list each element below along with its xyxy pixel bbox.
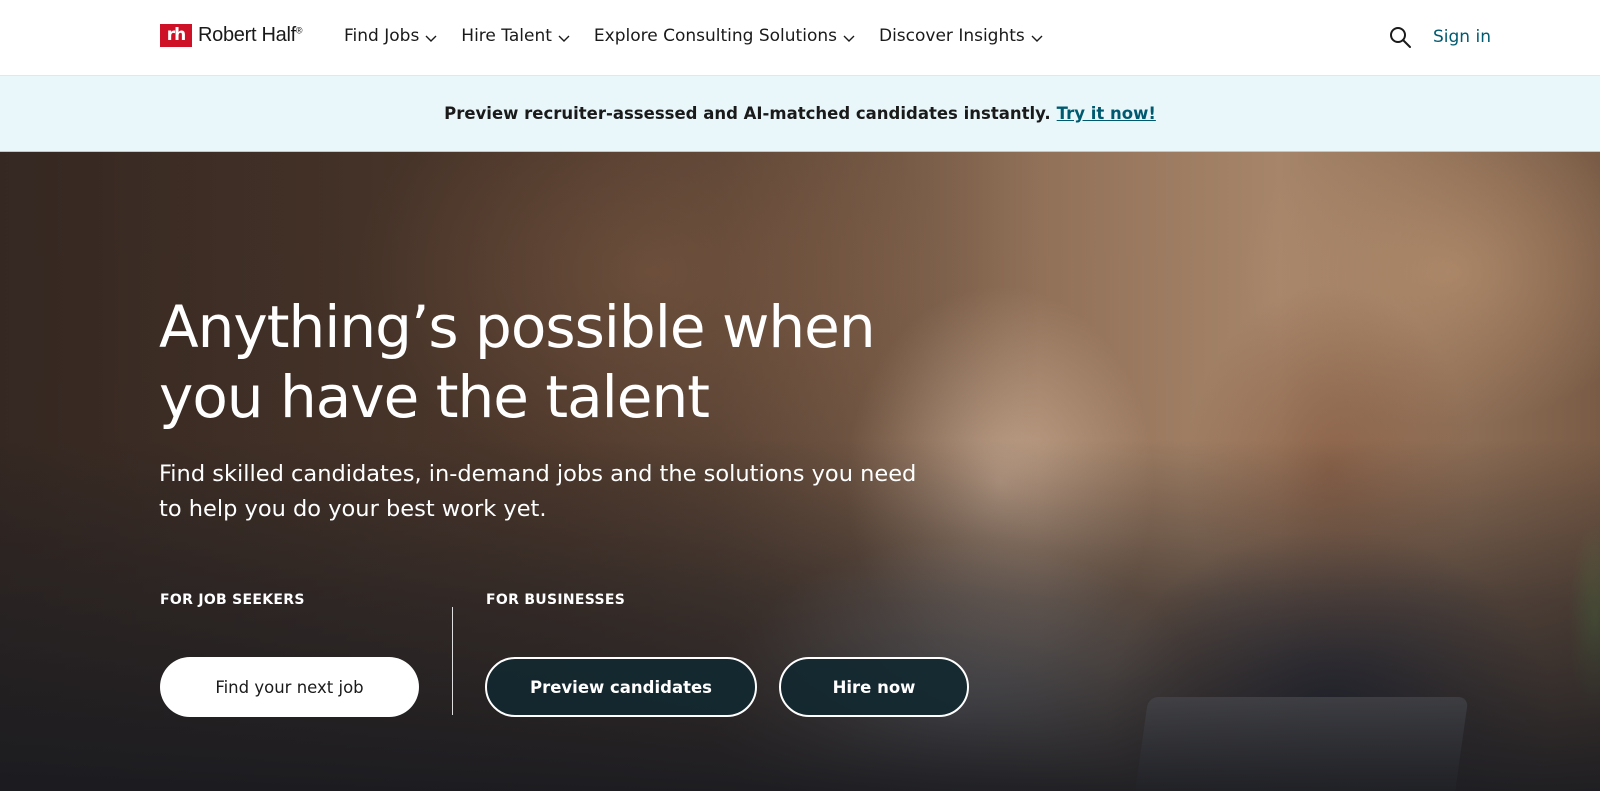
find-next-job-button[interactable]: Find your next job: [160, 657, 419, 717]
chevron-down-icon: [558, 35, 570, 42]
sign-in-link[interactable]: Sign in: [1433, 27, 1491, 47]
nav-item-find-jobs[interactable]: Find Jobs: [344, 26, 437, 46]
main-nav: Find Jobs Hire Talent Explore Consulting…: [344, 26, 1043, 46]
nav-item-discover-insights[interactable]: Discover Insights: [879, 26, 1043, 46]
logo-text: Robert Half®: [198, 24, 303, 47]
hire-now-button[interactable]: Hire now: [779, 657, 969, 717]
logo-name: Robert Half: [198, 24, 296, 46]
promo-text: Preview recruiter-assessed and AI-matche…: [444, 104, 1051, 123]
promo-banner: Preview recruiter-assessed and AI-matche…: [0, 76, 1600, 152]
segment-divider: [452, 607, 453, 715]
hero-subtitle: Find skilled candidates, in-demand jobs …: [159, 461, 917, 522]
nav-item-consulting-solutions[interactable]: Explore Consulting Solutions: [594, 26, 855, 46]
nav-item-label: Find Jobs: [344, 26, 420, 46]
logo-trademark: ®: [295, 25, 303, 36]
nav-item-label: Discover Insights: [878, 26, 1025, 46]
chevron-down-icon: [843, 35, 855, 42]
nav-item-label: Explore Consulting Solutions: [593, 26, 837, 46]
robert-half-logo[interactable]: rh Robert Half®: [160, 24, 303, 47]
site-header: rh Robert Half® Find Jobs Hire Talent Ex…: [0, 0, 1600, 76]
try-it-now-link[interactable]: Try it now!: [1057, 104, 1156, 123]
preview-candidates-button[interactable]: Preview candidates: [485, 657, 757, 717]
hero-title: Anything’s possible when you have the ta…: [159, 293, 876, 431]
logo-mark: rh: [160, 24, 192, 47]
chevron-down-icon: [425, 35, 437, 42]
job-seekers-label: FOR JOB SEEKERS: [160, 592, 305, 608]
nav-item-label: Hire Talent: [461, 26, 552, 46]
search-icon[interactable]: [1388, 25, 1412, 49]
businesses-label: FOR BUSINESSES: [486, 592, 626, 608]
hero-section: Anything’s possible when you have the ta…: [0, 152, 1600, 791]
nav-item-hire-talent[interactable]: Hire Talent: [461, 26, 570, 46]
chevron-down-icon: [1031, 35, 1043, 42]
